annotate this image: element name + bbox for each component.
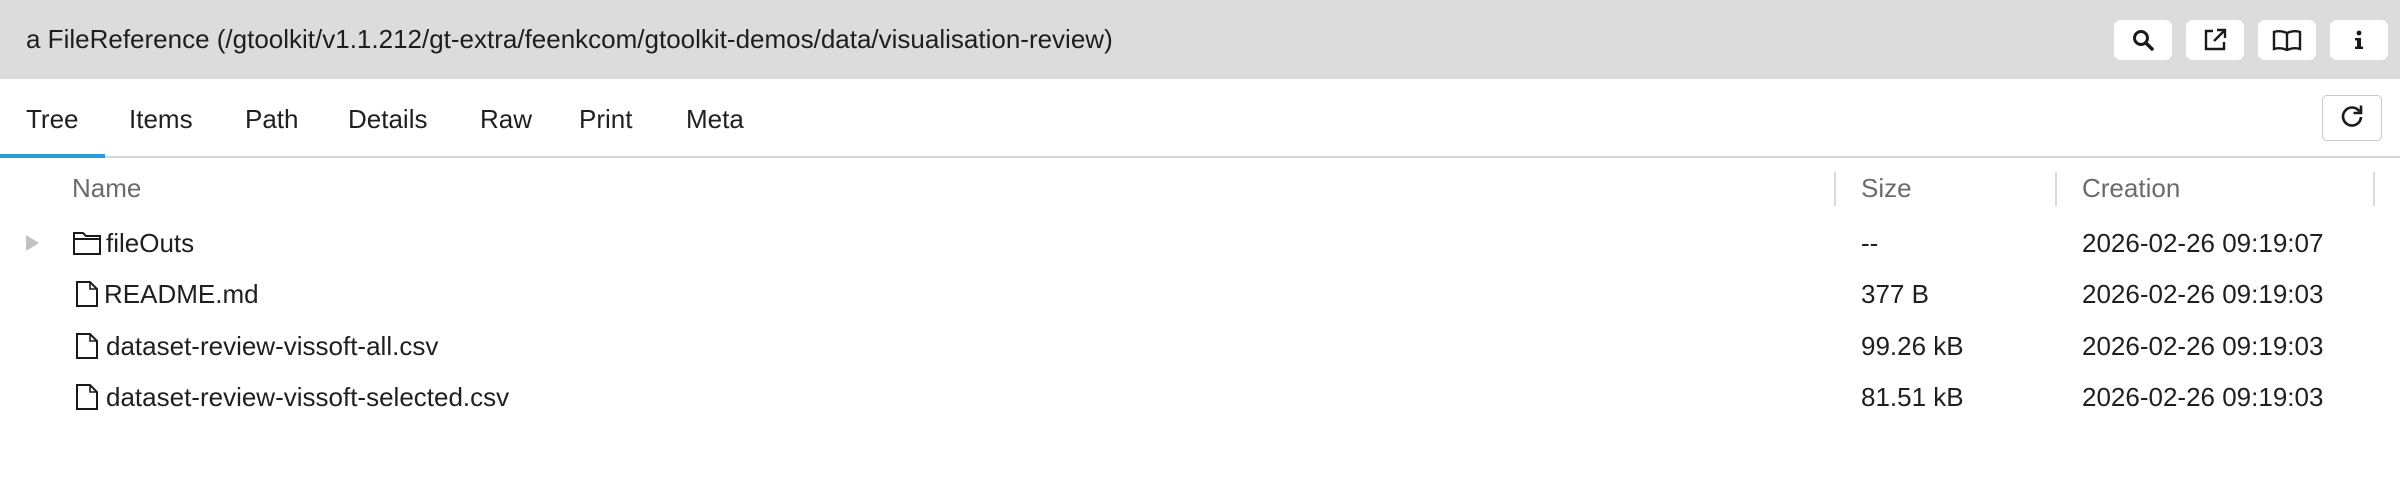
file-name: fileOuts xyxy=(106,228,195,258)
file-icon xyxy=(75,332,99,365)
tab-tree[interactable]: Tree xyxy=(0,79,104,158)
file-name: dataset-review-vissoft-all.csv xyxy=(106,331,439,361)
inspector-header: a FileReference (/gtoolkit/v1.1.212/gt-e… xyxy=(0,0,2400,79)
view-tabs: Tree Items Path Details Raw Print Meta xyxy=(0,79,2400,158)
file-name: README.md xyxy=(104,279,259,309)
column-divider[interactable] xyxy=(2373,172,2375,206)
file-creation: 2026-02-26 09:19:03 xyxy=(2082,331,2324,361)
tab-details[interactable]: Details xyxy=(348,79,427,156)
documentation-button[interactable] xyxy=(2258,20,2316,60)
search-icon xyxy=(2131,28,2155,52)
book-icon xyxy=(2272,28,2302,52)
file-size: 99.26 kB xyxy=(1861,331,1964,361)
folder-icon xyxy=(72,229,102,262)
column-divider[interactable] xyxy=(1834,172,1836,206)
file-icon xyxy=(75,383,99,416)
refresh-icon xyxy=(2339,103,2365,134)
column-header-creation[interactable]: Creation xyxy=(2082,158,2180,218)
column-header-size[interactable]: Size xyxy=(1861,158,1912,218)
refresh-button[interactable] xyxy=(2322,95,2382,141)
open-external-button[interactable] xyxy=(2186,20,2244,60)
tab-items[interactable]: Items xyxy=(129,79,193,156)
tab-print[interactable]: Print xyxy=(579,79,632,156)
tab-meta[interactable]: Meta xyxy=(686,79,744,156)
table-row[interactable]: dataset-review-vissoft-selected.csv 81.5… xyxy=(0,372,2400,423)
tab-path[interactable]: Path xyxy=(245,79,299,156)
file-size: 377 B xyxy=(1861,279,1929,309)
file-size: -- xyxy=(1861,228,1879,258)
table-row[interactable]: dataset-review-vissoft-all.csv 99.26 kB … xyxy=(0,321,2400,372)
file-name: dataset-review-vissoft-selected.csv xyxy=(106,382,510,412)
file-creation: 2026-02-26 09:19:03 xyxy=(2082,382,2324,412)
info-button[interactable] xyxy=(2330,20,2388,60)
info-icon xyxy=(2352,28,2366,52)
file-icon xyxy=(75,280,99,313)
column-header-name[interactable]: Name xyxy=(72,158,141,218)
page-title: a FileReference (/gtoolkit/v1.1.212/gt-e… xyxy=(26,24,1113,54)
file-creation: 2026-02-26 09:19:03 xyxy=(2082,279,2324,309)
file-creation: 2026-02-26 09:19:07 xyxy=(2082,228,2324,258)
tab-raw[interactable]: Raw xyxy=(480,79,532,156)
column-divider[interactable] xyxy=(2055,172,2057,206)
table-row[interactable]: fileOuts -- 2026-02-26 09:19:07 xyxy=(0,218,2400,269)
search-button[interactable] xyxy=(2114,20,2172,60)
expand-arrow-icon[interactable] xyxy=(26,235,39,251)
open-external-icon xyxy=(2202,27,2228,53)
table-row[interactable]: README.md 377 B 2026-02-26 09:19:03 xyxy=(0,269,2400,320)
file-size: 81.51 kB xyxy=(1861,382,1964,412)
